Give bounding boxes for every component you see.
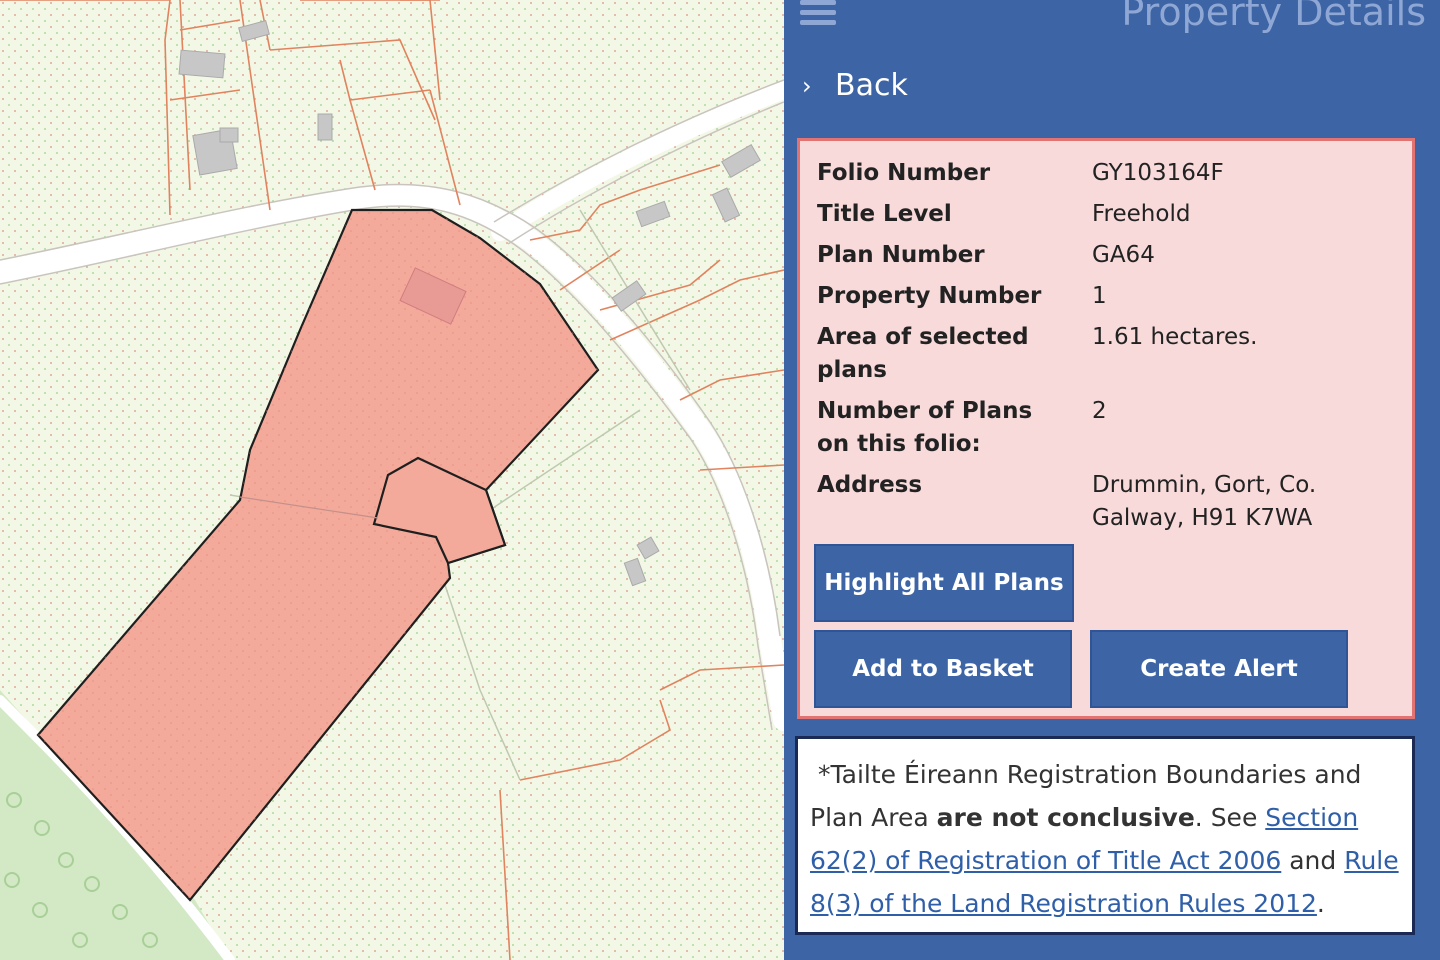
detail-value: GY103164F [1092, 160, 1224, 186]
panel-title: Property Details [1121, 0, 1426, 34]
property-details-panel: Property Details › Back Folio Number GY1… [784, 0, 1440, 960]
map-view[interactable] [0, 0, 784, 960]
detail-label: Address [817, 472, 923, 498]
highlight-all-plans-button[interactable]: Highlight All Plans [814, 544, 1074, 622]
detail-label: Folio Number [817, 160, 991, 186]
back-button[interactable]: › Back [784, 48, 1440, 124]
hamburger-icon[interactable] [800, 0, 836, 26]
detail-value: 1 [1092, 283, 1107, 309]
detail-value: 1.61 hectares. [1092, 324, 1258, 350]
add-to-basket-button[interactable]: Add to Basket [814, 630, 1072, 708]
detail-label: Number of Plans on this folio: [817, 398, 1033, 457]
back-label: Back [835, 68, 908, 103]
detail-label: Plan Number [817, 242, 985, 268]
detail-label: Area of selected plans [817, 324, 1029, 383]
detail-value: Freehold [1092, 201, 1191, 227]
note-bold: are not conclusive [936, 803, 1195, 832]
note-text: . [1316, 889, 1325, 918]
detail-label: Property Number [817, 283, 1042, 309]
detail-value: Drummin, Gort, Co. Galway, H91 K7WA [1092, 472, 1317, 531]
property-card: Folio Number GY103164F Title Level Freeh… [797, 138, 1415, 719]
chevron-right-icon: › [802, 72, 812, 100]
panel-header: Property Details [784, 0, 1440, 49]
disclaimer-note: *Tailte Éireann Registration Boundaries … [795, 736, 1415, 935]
note-text: . See [1194, 803, 1266, 832]
cadastral-map[interactable] [0, 0, 784, 960]
note-text: and [1281, 846, 1345, 875]
create-alert-button[interactable]: Create Alert [1090, 630, 1348, 708]
detail-value: GA64 [1092, 242, 1155, 268]
detail-label: Title Level [817, 201, 952, 227]
detail-value: 2 [1092, 398, 1107, 424]
